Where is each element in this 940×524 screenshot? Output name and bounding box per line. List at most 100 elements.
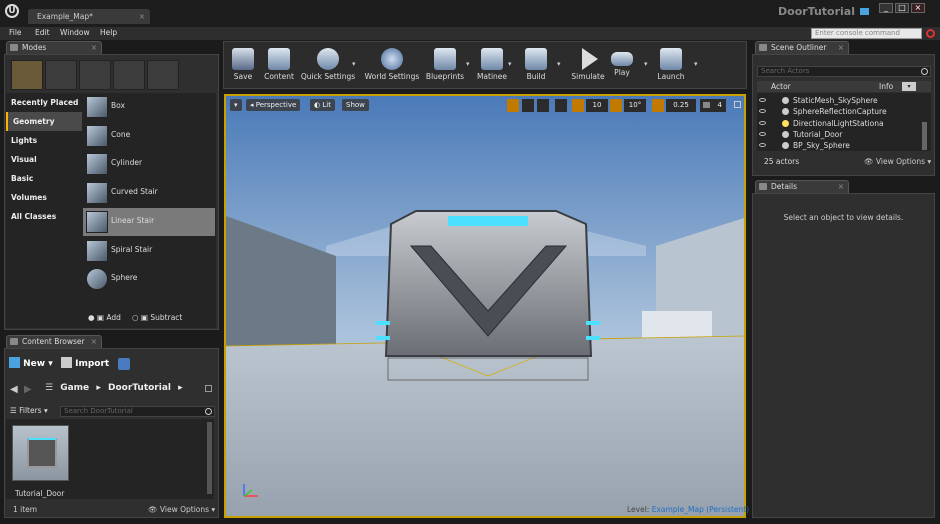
tab-scene-outliner[interactable]: Scene Outliner ×: [755, 41, 849, 54]
lit-button[interactable]: ◐ Lit: [310, 99, 335, 111]
close-button[interactable]: ×: [911, 3, 925, 13]
scale-tool-icon[interactable]: [537, 99, 549, 112]
visibility-icon[interactable]: [759, 143, 766, 147]
geometry-cylinder[interactable]: Cylinder: [83, 150, 215, 178]
close-tab-icon[interactable]: ×: [139, 9, 145, 24]
tab-content-browser[interactable]: Content Browser ×: [6, 335, 102, 348]
geometry-cone[interactable]: Cone: [83, 122, 215, 150]
subtract-radio[interactable]: ○ ▣ Subtract: [132, 313, 182, 322]
stop-icon[interactable]: [926, 29, 935, 38]
content-button[interactable]: Content: [262, 44, 296, 86]
forward-icon[interactable]: ▶: [24, 384, 32, 395]
unreal-logo-icon[interactable]: U: [5, 4, 19, 18]
folder-tree-icon[interactable]: ☰: [45, 383, 53, 393]
menu-file[interactable]: File: [9, 28, 22, 37]
place-mode-icon[interactable]: [11, 60, 43, 90]
actor-row[interactable]: SphereReflectionCapture: [757, 106, 922, 117]
world-settings-button[interactable]: World Settings: [364, 44, 420, 86]
save-button[interactable]: Save: [226, 44, 260, 86]
asset-search-input[interactable]: Search DoorTutorial: [60, 406, 215, 417]
cb-view-options[interactable]: 👁 View Options ▾: [148, 505, 215, 514]
geometry-linear-stair[interactable]: Linear Stair: [83, 208, 215, 236]
minimize-button[interactable]: _: [879, 3, 893, 13]
category-geometry[interactable]: Geometry: [6, 112, 82, 131]
close-icon[interactable]: ×: [838, 42, 844, 53]
actor-search-input[interactable]: Search Actors: [757, 66, 931, 77]
grid-snap-value[interactable]: 10: [586, 99, 608, 112]
launch-button[interactable]: Launch: [655, 44, 687, 86]
quick-settings-button[interactable]: Quick Settings: [300, 44, 356, 86]
category-lights[interactable]: Lights: [6, 131, 82, 150]
landscape-mode-icon[interactable]: [79, 60, 111, 90]
back-icon[interactable]: ◀: [10, 384, 18, 395]
blueprints-dropdown-icon[interactable]: ▾: [466, 60, 470, 68]
add-radio[interactable]: ● ▣ Add: [88, 313, 121, 322]
level-viewport[interactable]: [224, 94, 746, 518]
menu-help[interactable]: Help: [100, 28, 117, 37]
breadcrumb-doortutorial[interactable]: DoorTutorial: [108, 383, 171, 393]
mesh-paint-mode-icon[interactable]: [147, 60, 179, 90]
rotation-snap-value[interactable]: 10°: [624, 99, 646, 112]
play-button[interactable]: Play: [606, 44, 638, 86]
console-input[interactable]: Enter console command: [811, 28, 922, 39]
menu-edit[interactable]: Edit: [35, 28, 50, 37]
visibility-icon[interactable]: [759, 121, 766, 125]
save-all-icon[interactable]: [118, 358, 130, 370]
simulate-button[interactable]: Simulate: [570, 44, 606, 86]
close-icon[interactable]: ×: [91, 336, 97, 347]
scale-snap-value[interactable]: 0.25: [666, 99, 696, 112]
lock-icon[interactable]: [205, 385, 212, 392]
breadcrumb-game[interactable]: Game: [60, 383, 89, 393]
foliage-mode-icon[interactable]: [113, 60, 145, 90]
filters-button[interactable]: ☰ Filters ▾: [10, 406, 48, 415]
tab-details[interactable]: Details ×: [755, 180, 849, 193]
visibility-icon[interactable]: [759, 109, 766, 113]
visibility-icon[interactable]: [759, 132, 766, 136]
launch-dropdown-icon[interactable]: ▾: [694, 60, 698, 68]
quick-settings-dropdown-icon[interactable]: ▾: [352, 60, 356, 68]
maximize-viewport-icon[interactable]: [734, 101, 741, 108]
close-icon[interactable]: ×: [91, 42, 97, 53]
menu-window[interactable]: Window: [60, 28, 90, 37]
paint-mode-icon[interactable]: [45, 60, 77, 90]
blueprints-button[interactable]: Blueprints: [424, 44, 466, 86]
actor-row[interactable]: DirectionalLightStationa: [757, 118, 922, 129]
feedback-icon[interactable]: [860, 8, 869, 15]
actor-row[interactable]: BP_Sky_Sphere: [757, 140, 922, 151]
category-visual[interactable]: Visual: [6, 150, 82, 169]
build-dropdown-icon[interactable]: ▾: [557, 60, 561, 68]
new-button[interactable]: New ▾: [9, 357, 55, 372]
info-dropdown[interactable]: ▾: [902, 82, 916, 91]
category-volumes[interactable]: Volumes: [6, 188, 82, 207]
build-button[interactable]: Build: [520, 44, 552, 86]
scale-snap-toggle[interactable]: [652, 99, 664, 112]
tutorial-door-mesh[interactable]: [376, 210, 600, 381]
asset-thumbnail[interactable]: [12, 425, 69, 481]
actor-row[interactable]: StaticMesh_SkySphere: [757, 95, 922, 106]
matinee-button[interactable]: Matinee: [474, 44, 510, 86]
camera-speed-button[interactable]: 4: [700, 99, 726, 112]
outliner-scrollbar[interactable]: [922, 122, 927, 150]
tab-modes[interactable]: Modes ×: [6, 41, 102, 54]
translate-tool-icon[interactable]: [507, 99, 519, 112]
grid-snap-toggle[interactable]: [572, 99, 584, 112]
geometry-sphere[interactable]: Sphere: [83, 265, 215, 293]
column-actor[interactable]: Actor: [771, 82, 791, 91]
column-info[interactable]: Info: [879, 82, 893, 91]
geometry-spiral-stair[interactable]: Spiral Stair: [83, 237, 215, 265]
category-recently-placed[interactable]: Recently Placed: [6, 93, 82, 112]
play-dropdown-icon[interactable]: ▾: [644, 60, 648, 68]
viewport-menu-button[interactable]: ▾: [230, 99, 242, 111]
import-button[interactable]: Import: [61, 357, 111, 372]
category-basic[interactable]: Basic: [6, 169, 82, 188]
maximize-button[interactable]: □: [895, 3, 909, 13]
category-all-classes[interactable]: All Classes: [6, 207, 82, 226]
actor-row[interactable]: Tutorial_Door: [757, 129, 922, 140]
map-tab[interactable]: Example_Map* ×: [28, 9, 150, 24]
visibility-icon[interactable]: [759, 98, 766, 102]
asset-scrollbar[interactable]: [207, 422, 212, 494]
rotation-snap-toggle[interactable]: [610, 99, 622, 112]
geometry-curved-stair[interactable]: Curved Stair: [83, 179, 215, 207]
close-icon[interactable]: ×: [838, 181, 844, 192]
world-space-icon[interactable]: [555, 99, 567, 112]
